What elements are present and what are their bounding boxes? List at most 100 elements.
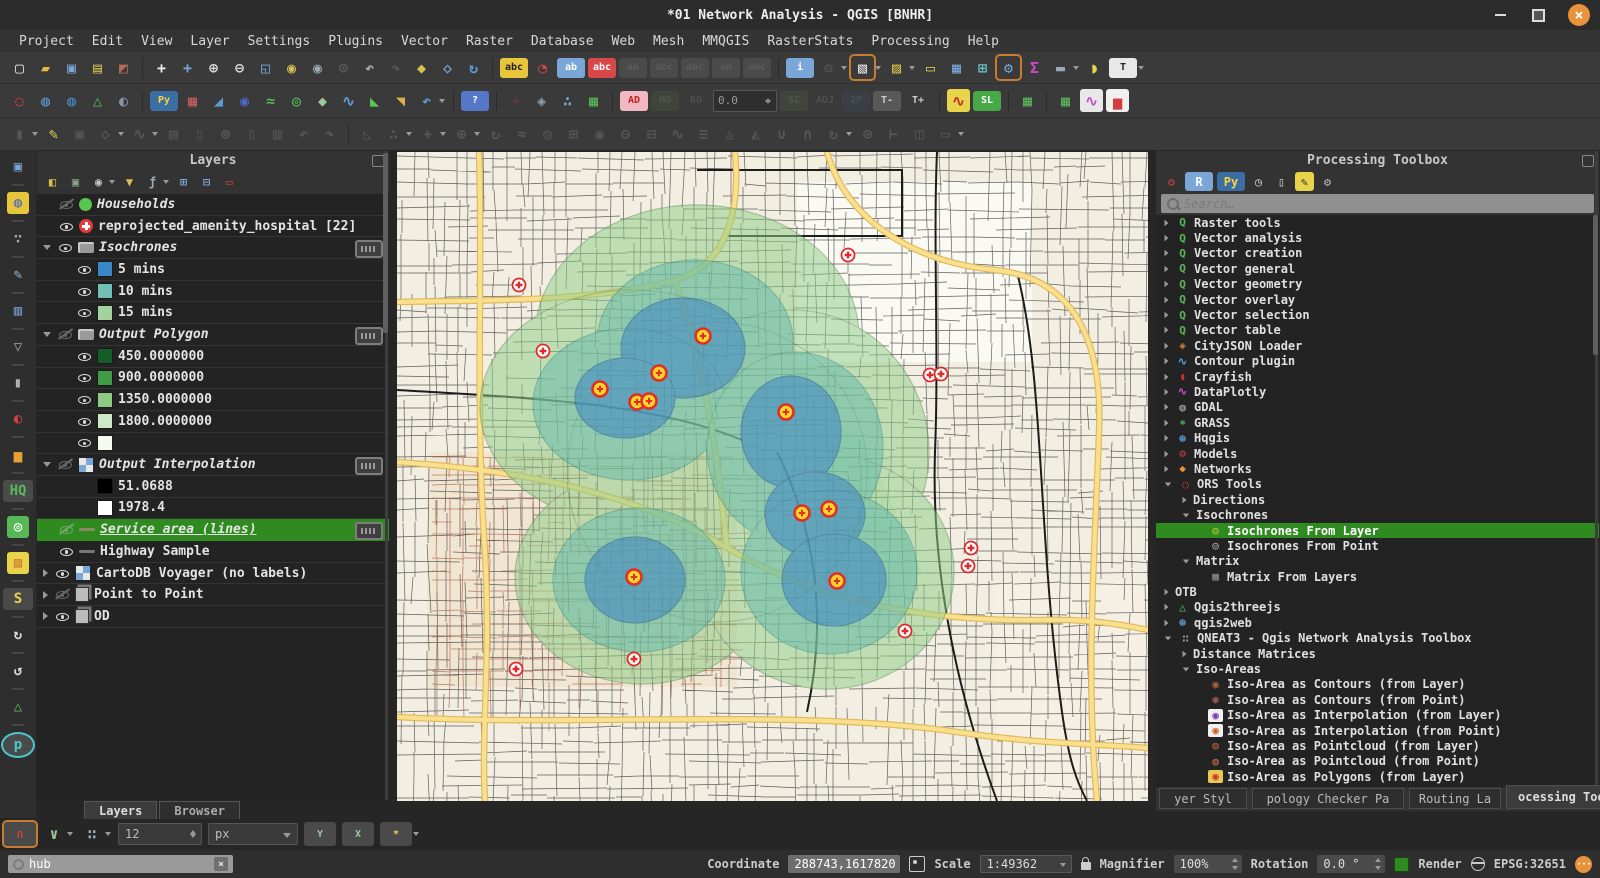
algorithm-vector-table[interactable]: QVector table xyxy=(1156,323,1599,338)
algorithm-vector-general[interactable]: QVector general xyxy=(1156,261,1599,276)
tree-expand-icon[interactable] xyxy=(1165,250,1169,256)
voronoi-icon[interactable]: ▽ xyxy=(7,336,29,358)
tree-expand-icon[interactable] xyxy=(43,591,48,599)
remove-layer-icon[interactable]: ▭ xyxy=(220,172,239,191)
visibility-off-icon[interactable] xyxy=(58,327,73,342)
metasearch-icon[interactable]: ◍ xyxy=(34,89,57,112)
manage-map-themes-icon[interactable]: ◉ xyxy=(89,172,108,191)
measure-icon[interactable]: ▬ xyxy=(1049,56,1072,79)
layer-item-point-to-point[interactable]: Point to Point xyxy=(37,584,389,606)
algorithm-iso-area-as-interpolation-from-layer[interactable]: ◉Iso-Area as Interpolation (from Layer) xyxy=(1156,708,1599,723)
algorithm-networks[interactable]: ◆Networks xyxy=(1156,461,1599,476)
algorithm-grass[interactable]: ∗GRASS xyxy=(1156,415,1599,430)
layer-item-51-0688[interactable]: 51.0688 xyxy=(37,476,389,498)
statistical-summary-icon[interactable]: Σ xyxy=(1023,56,1046,79)
vertex-editor-icon[interactable]: ∴ xyxy=(556,89,579,112)
algorithm-isochrones[interactable]: Isochrones xyxy=(1156,507,1599,522)
refresh-layers-icon[interactable]: ↻ xyxy=(7,624,29,646)
zoom-to-selection-icon[interactable]: ◉ xyxy=(280,56,303,79)
osm-search-icon[interactable]: ◐ xyxy=(112,89,135,112)
menu-settings[interactable]: Settings xyxy=(239,34,320,49)
layer-indicator-badge[interactable] xyxy=(355,327,383,345)
globe-plugin-icon[interactable]: ◉ xyxy=(233,89,256,112)
algorithm-iso-area-as-pointcloud-from-point[interactable]: ◍Iso-Area as Pointcloud (from Point) xyxy=(1156,754,1599,769)
lagoon-tools-icon[interactable]: ≈ xyxy=(259,89,282,112)
add-group-icon[interactable]: ▣ xyxy=(66,172,85,191)
crs-value[interactable]: EPSG:32651 xyxy=(1494,857,1566,871)
dropdown-arrow-icon[interactable] xyxy=(413,832,419,836)
dock-tab-layers[interactable]: Layers xyxy=(84,801,157,819)
select-by-expression-icon[interactable]: ▨ xyxy=(885,56,908,79)
minimize-button[interactable] xyxy=(1492,7,1508,23)
contour-plugin-icon[interactable]: ∿ xyxy=(337,89,360,112)
tree-expand-icon[interactable] xyxy=(1165,620,1169,626)
osm-place-search-icon[interactable]: ◎ xyxy=(7,516,29,538)
results-viewer-icon[interactable]: ▯ xyxy=(1272,172,1291,191)
visibility-off-icon[interactable] xyxy=(58,457,73,472)
visibility-on-icon[interactable] xyxy=(55,566,70,581)
algorithm-models[interactable]: ⚙Models xyxy=(1156,446,1599,461)
dropdown-arrow-icon[interactable] xyxy=(118,132,124,136)
visibility-on-icon[interactable] xyxy=(77,414,92,429)
processing-toolbox-icon[interactable]: ⚙ xyxy=(997,56,1020,79)
algorithm-qgis2web[interactable]: ⊛qgis2web xyxy=(1156,615,1599,630)
visibility-on-icon[interactable] xyxy=(77,284,92,299)
tree-expand-icon[interactable] xyxy=(1183,497,1187,503)
zoom-full-icon[interactable]: ◱ xyxy=(254,56,277,79)
menu-view[interactable]: View xyxy=(132,34,181,49)
dropdown-arrow-icon[interactable] xyxy=(958,132,964,136)
visibility-on-icon[interactable] xyxy=(58,240,73,255)
algorithm-otb[interactable]: OTB xyxy=(1156,584,1599,599)
processing-scrollbar[interactable] xyxy=(1595,151,1598,785)
tree-expand-icon[interactable] xyxy=(1165,466,1169,472)
r-scripts-icon[interactable]: R xyxy=(1185,172,1213,191)
menu-mmqgis[interactable]: MMQGIS xyxy=(693,34,758,49)
algorithm-directions[interactable]: Directions xyxy=(1156,492,1599,507)
tree-expand-icon[interactable] xyxy=(1165,636,1171,640)
highlight-labels-icon[interactable]: abc xyxy=(588,58,616,78)
tree-expand-icon[interactable] xyxy=(1165,404,1169,410)
visibility-on-icon[interactable] xyxy=(77,349,92,364)
build-tools-icon[interactable]: ◥ xyxy=(389,89,412,112)
algorithm-matrix-from-layers[interactable]: ▦Matrix From Layers xyxy=(1156,569,1599,584)
dropdown-arrow-icon[interactable] xyxy=(1073,66,1079,70)
clear-search-icon[interactable]: × xyxy=(214,857,228,871)
menu-edit[interactable]: Edit xyxy=(83,34,132,49)
reload-icon[interactable]: ↺ xyxy=(7,660,29,682)
zoom-to-layer-icon[interactable]: ◉ xyxy=(306,56,329,79)
algorithm-iso-area-as-pointcloud-from-layer[interactable]: ◍Iso-Area as Pointcloud (from Layer) xyxy=(1156,738,1599,753)
tree-expand-icon[interactable] xyxy=(43,332,51,337)
algorithm-cityjson-loader[interactable]: ◈CityJSON Loader xyxy=(1156,338,1599,353)
quickmapservices-icon[interactable]: ◆ xyxy=(311,89,334,112)
tree-expand-icon[interactable] xyxy=(1165,389,1169,395)
tree-expand-icon[interactable] xyxy=(43,245,51,250)
tree-expand-icon[interactable] xyxy=(1165,312,1169,318)
feather-plugin-icon[interactable]: ✎ xyxy=(7,264,29,286)
menu-processing[interactable]: Processing xyxy=(862,34,958,49)
hqgis-icon[interactable]: HQ xyxy=(3,480,33,502)
models-icon[interactable]: ⚙ xyxy=(1162,172,1181,191)
dropdown-arrow-icon[interactable] xyxy=(875,66,881,70)
menu-layer[interactable]: Layer xyxy=(181,34,238,49)
mini-chart-icon[interactable]: ▅ xyxy=(7,444,29,466)
zoom-in-icon[interactable]: ⊕ xyxy=(202,56,225,79)
algorithm-distance-matrices[interactable]: Distance Matrices xyxy=(1156,646,1599,661)
dataplotly-icon[interactable]: ∿ xyxy=(1080,89,1103,112)
tree-expand-icon[interactable] xyxy=(43,462,51,467)
tree-expand-icon[interactable] xyxy=(1183,559,1189,563)
algorithm-iso-area-as-interpolation-from-point[interactable]: ◉Iso-Area as Interpolation (from Point) xyxy=(1156,723,1599,738)
visibility-on-icon[interactable] xyxy=(77,392,92,407)
snapping-intersection-icon[interactable]: X xyxy=(342,822,374,846)
layer-item-900-0000000[interactable]: 900.0000000 xyxy=(37,368,389,390)
algorithm-vector-selection[interactable]: QVector selection xyxy=(1156,307,1599,322)
layer-item-1350-0000000[interactable]: 1350.0000000 xyxy=(37,389,389,411)
algorithm-vector-creation[interactable]: QVector creation xyxy=(1156,246,1599,261)
tree-expand-icon[interactable] xyxy=(1165,343,1169,349)
tree-expand-icon[interactable] xyxy=(1165,266,1169,272)
menu-project[interactable]: Project xyxy=(10,34,83,49)
menu-plugins[interactable]: Plugins xyxy=(319,34,392,49)
layer-item-450-0000000[interactable]: 450.0000000 xyxy=(37,346,389,368)
project-properties-icon[interactable]: ◩ xyxy=(112,56,135,79)
layer-item-1800-0000000[interactable]: 1800.0000000 xyxy=(37,411,389,433)
help-contents-icon[interactable]: ? xyxy=(461,91,489,111)
